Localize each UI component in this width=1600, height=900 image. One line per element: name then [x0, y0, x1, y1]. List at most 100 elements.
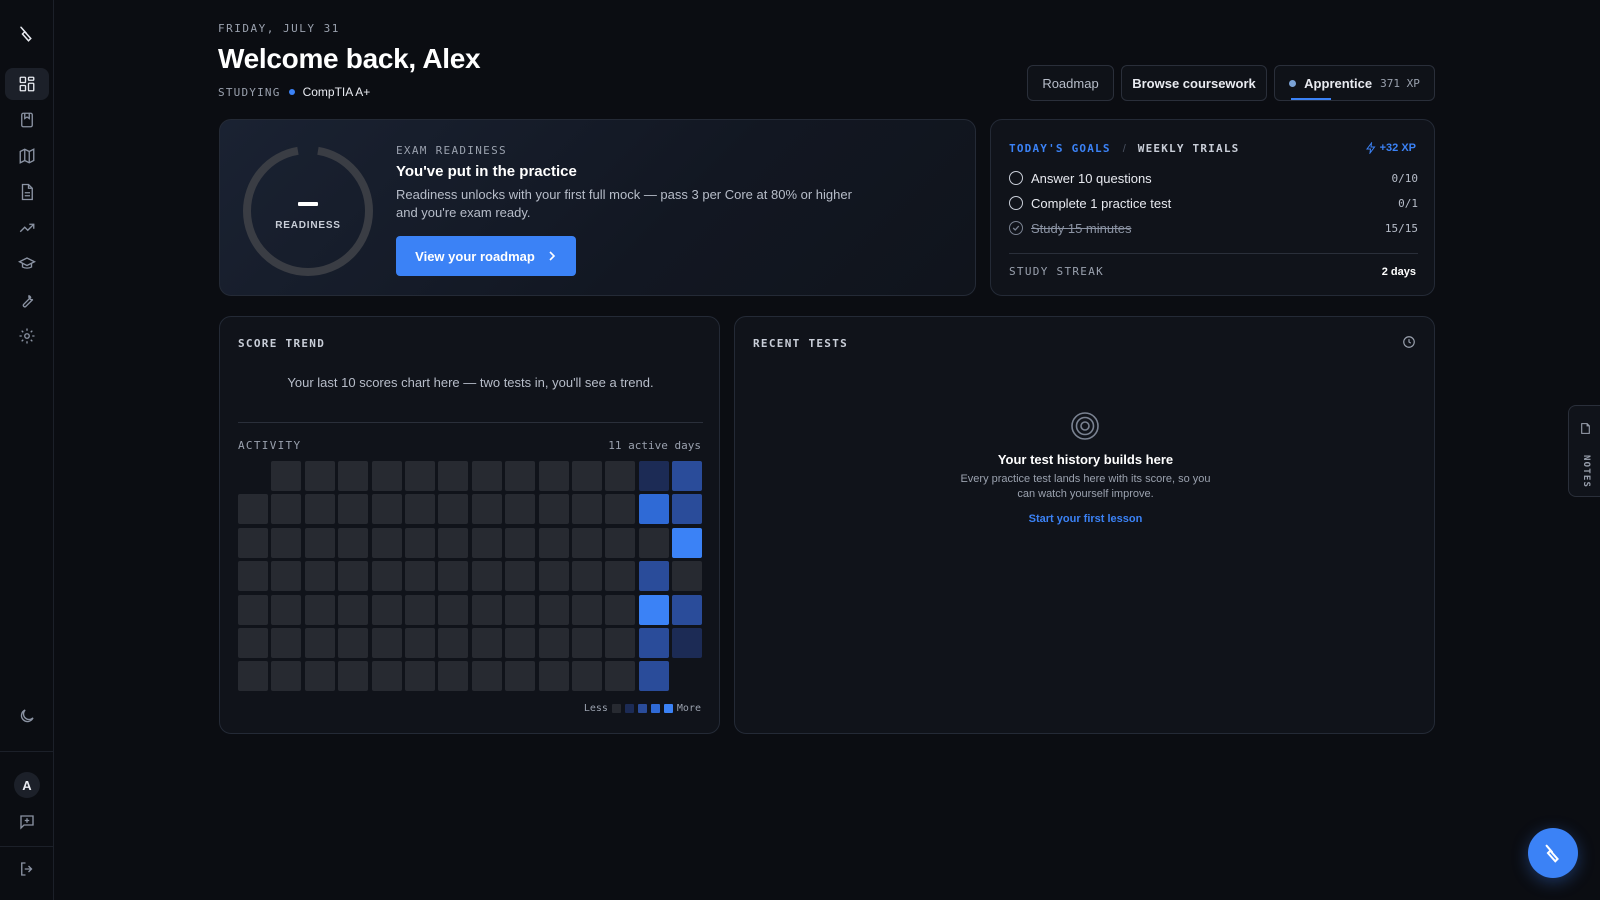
roadmap-button[interactable]: Roadmap: [1027, 65, 1114, 101]
sidebar-item-tools[interactable]: [5, 284, 49, 316]
heatmap-cell[interactable]: [638, 661, 669, 692]
heatmap-cell[interactable]: [471, 561, 502, 592]
tab-todays-goals[interactable]: TODAY'S GOALS: [1009, 142, 1111, 155]
heatmap-cell[interactable]: [438, 527, 469, 558]
heatmap-cell[interactable]: [405, 561, 435, 592]
goal-checkbox[interactable]: [1009, 171, 1023, 185]
heatmap-cell[interactable]: [338, 494, 369, 525]
sidebar-item-bookmarks[interactable]: [5, 104, 49, 136]
heatmap-cell[interactable]: [371, 628, 402, 658]
avatar[interactable]: A: [14, 772, 40, 798]
assistant-fab-button[interactable]: [1528, 828, 1578, 878]
heatmap-cell[interactable]: [672, 494, 703, 525]
sidebar-item-roadmap[interactable]: [5, 140, 49, 172]
heatmap-cell[interactable]: [405, 628, 435, 658]
heatmap-cell[interactable]: [672, 628, 703, 658]
heatmap-cell[interactable]: [405, 527, 435, 558]
heatmap-cell[interactable]: [338, 527, 369, 558]
heatmap-cell[interactable]: [238, 628, 268, 658]
heatmap-cell[interactable]: [605, 628, 636, 658]
goal-item[interactable]: Complete 1 practice test 0/1: [1009, 193, 1418, 213]
sidebar-item-settings[interactable]: [5, 320, 49, 352]
browse-coursework-button[interactable]: Browse coursework: [1121, 65, 1267, 101]
heatmap-cell[interactable]: [471, 494, 502, 525]
heatmap-cell[interactable]: [238, 527, 268, 558]
heatmap-cell[interactable]: [505, 527, 536, 558]
heatmap-cell[interactable]: [471, 461, 502, 491]
heatmap-cell[interactable]: [572, 594, 602, 625]
heatmap-cell[interactable]: [304, 527, 335, 558]
sidebar-item-progress[interactable]: [5, 212, 49, 244]
heatmap-cell[interactable]: [538, 461, 569, 491]
heatmap-cell[interactable]: [271, 594, 302, 625]
heatmap-cell[interactable]: [371, 527, 402, 558]
heatmap-cell[interactable]: [638, 527, 669, 558]
heatmap-cell[interactable]: [405, 661, 435, 692]
heatmap-cell[interactable]: [605, 494, 636, 525]
heatmap-cell[interactable]: [505, 561, 536, 592]
heatmap-cell[interactable]: [638, 628, 669, 658]
heatmap-cell[interactable]: [572, 628, 602, 658]
heatmap-cell[interactable]: [572, 494, 602, 525]
heatmap-cell[interactable]: [638, 561, 669, 592]
sidebar-item-courses[interactable]: [5, 248, 49, 280]
heatmap-cell[interactable]: [271, 494, 302, 525]
logout-button[interactable]: [5, 853, 49, 885]
goal-checkbox-done[interactable]: [1009, 221, 1023, 235]
heatmap-cell[interactable]: [572, 461, 602, 491]
heatmap-cell[interactable]: [438, 461, 469, 491]
heatmap-cell[interactable]: [638, 494, 669, 525]
heatmap-cell[interactable]: [438, 661, 469, 692]
heatmap-cell[interactable]: [438, 494, 469, 525]
heatmap-cell[interactable]: [471, 628, 502, 658]
heatmap-cell[interactable]: [338, 628, 369, 658]
heatmap-cell[interactable]: [238, 494, 268, 525]
heatmap-cell[interactable]: [605, 461, 636, 491]
heatmap-cell[interactable]: [304, 461, 335, 491]
heatmap-cell[interactable]: [271, 661, 302, 692]
heatmap-cell[interactable]: [338, 461, 369, 491]
heatmap-cell[interactable]: [271, 527, 302, 558]
heatmap-cell[interactable]: [405, 594, 435, 625]
heatmap-cell[interactable]: [238, 561, 268, 592]
sidebar-item-tests[interactable]: [5, 176, 49, 208]
heatmap-cell[interactable]: [471, 527, 502, 558]
heatmap-cell[interactable]: [605, 594, 636, 625]
heatmap-cell[interactable]: [672, 561, 703, 592]
heatmap-cell[interactable]: [505, 594, 536, 625]
theme-toggle-button[interactable]: [5, 700, 49, 732]
notes-drawer-tab[interactable]: NOTES: [1568, 405, 1600, 497]
heatmap-cell[interactable]: [471, 594, 502, 625]
heatmap-cell[interactable]: [572, 561, 602, 592]
view-roadmap-button[interactable]: View your roadmap: [396, 236, 576, 276]
heatmap-cell[interactable]: [371, 461, 402, 491]
feedback-button[interactable]: [5, 806, 49, 838]
heatmap-cell[interactable]: [271, 628, 302, 658]
heatmap-cell[interactable]: [572, 661, 602, 692]
heatmap-cell[interactable]: [538, 594, 569, 625]
heatmap-cell[interactable]: [538, 561, 569, 592]
heatmap-cell[interactable]: [338, 661, 369, 692]
heatmap-cell[interactable]: [672, 594, 703, 625]
heatmap-cell[interactable]: [538, 661, 569, 692]
heatmap-cell[interactable]: [572, 527, 602, 558]
heatmap-cell[interactable]: [605, 661, 636, 692]
heatmap-cell[interactable]: [371, 561, 402, 592]
heatmap-cell[interactable]: [505, 461, 536, 491]
heatmap-cell[interactable]: [471, 661, 502, 692]
goal-checkbox[interactable]: [1009, 196, 1023, 210]
heatmap-cell[interactable]: [538, 527, 569, 558]
clock-icon[interactable]: [1402, 335, 1416, 349]
heatmap-cell[interactable]: [505, 494, 536, 525]
heatmap-cell[interactable]: [438, 628, 469, 658]
heatmap-cell[interactable]: [238, 661, 268, 692]
heatmap-cell[interactable]: [672, 527, 703, 558]
heatmap-cell[interactable]: [304, 494, 335, 525]
heatmap-cell[interactable]: [371, 494, 402, 525]
heatmap-cell[interactable]: [304, 594, 335, 625]
heatmap-cell[interactable]: [304, 628, 335, 658]
heatmap-cell[interactable]: [405, 494, 435, 525]
tab-weekly-trials[interactable]: WEEKLY TRIALS: [1138, 142, 1240, 155]
logo-icon[interactable]: [5, 18, 49, 50]
heatmap-cell[interactable]: [338, 561, 369, 592]
